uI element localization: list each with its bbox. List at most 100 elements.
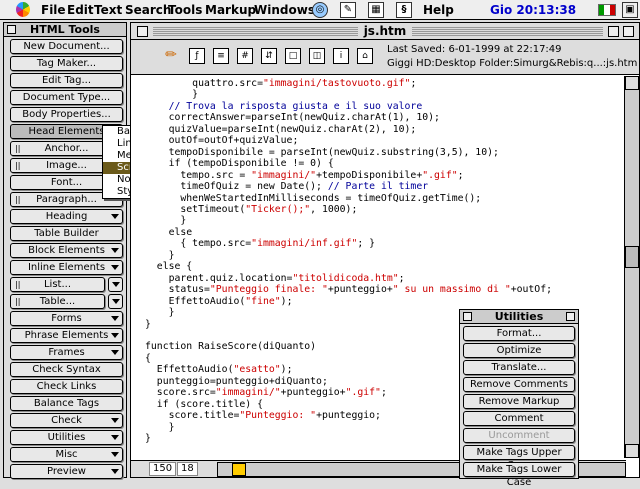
grip-icon: ||: [15, 297, 21, 306]
vertical-scrollbar[interactable]: [624, 76, 639, 458]
utility-button-comment[interactable]: Comment: [463, 411, 575, 426]
utilities-close-box[interactable]: [463, 312, 472, 321]
palette-button-forms[interactable]: Forms: [10, 311, 123, 326]
line-number: 150: [149, 462, 177, 476]
utility-button-make-tags-lower-case[interactable]: Make Tags Lower Case: [463, 462, 575, 488]
menu-bar: File Edit Text Search Tools Markup Windo…: [0, 0, 640, 20]
palette-button-phrase-elements[interactable]: Phrase Elements: [10, 328, 123, 343]
scroll-down-arrow[interactable]: [625, 444, 639, 458]
open-icon[interactable]: □: [285, 48, 301, 64]
application-icon[interactable]: ▣: [622, 2, 638, 18]
script-icon[interactable]: §: [396, 2, 412, 18]
palette-button-label: Table Builder: [34, 228, 99, 239]
utilities-titlebar[interactable]: Utilities: [460, 310, 578, 324]
table-icon[interactable]: ▦: [368, 2, 384, 18]
palette-button-label: Block Elements: [28, 245, 105, 256]
palette-button-body-properties[interactable]: Body Properties...: [10, 107, 123, 122]
palette-button-label: Paragraph...: [36, 194, 97, 205]
file-info: Last Saved: 6-01-1999 at 22:17:49 Giggi …: [387, 43, 637, 71]
palette-button-label: Utilities: [47, 432, 86, 443]
palette-button-label: Body Properties...: [22, 109, 111, 120]
document-toolbar: ✏ ƒ ≡ # ⇵ □ ◫ i ⌂ Last Saved: 6-01-1999 …: [131, 40, 639, 75]
menu-tools[interactable]: Tools: [168, 3, 202, 17]
popup-arrow-icon: [112, 299, 120, 304]
horizontal-scroll-thumb[interactable]: [232, 463, 246, 476]
utilities-zoom-box[interactable]: [566, 312, 575, 321]
last-saved: Last Saved: 6-01-1999 at 22:17:49: [387, 44, 562, 55]
scroll-thumb[interactable]: [625, 246, 639, 268]
popup-arrow-icon: [111, 435, 119, 440]
palette-button-preview[interactable]: Preview: [10, 464, 123, 479]
function-icon[interactable]: ƒ: [189, 48, 205, 64]
browser-icon[interactable]: ◫: [309, 48, 325, 64]
menu-text[interactable]: Text: [94, 3, 122, 17]
palette-button-label: Phrase Elements: [24, 330, 109, 341]
palette-button-label: Preview: [47, 466, 86, 477]
palette-popup-arrow-button[interactable]: [108, 277, 123, 292]
palette-button-label: Anchor...: [44, 143, 89, 154]
palette-button-label: Head Elements: [28, 126, 105, 137]
palette-button-utilities[interactable]: Utilities: [10, 430, 123, 445]
palette-close-box[interactable]: [7, 25, 16, 34]
popup-arrow-icon: [112, 282, 120, 287]
palette-popup-arrow-button[interactable]: [108, 294, 123, 309]
lock-icon[interactable]: ⌂: [357, 48, 373, 64]
palette-button-inline-elements[interactable]: Inline Elements: [10, 260, 123, 275]
globe-icon[interactable]: ◎: [312, 2, 328, 18]
palette-button-label: Document Type...: [22, 92, 111, 103]
italian-flag-icon[interactable]: [598, 4, 616, 16]
format-icon[interactable]: ≡: [213, 48, 229, 64]
utility-button-remove-comments[interactable]: Remove Comments: [463, 377, 575, 392]
utilities-title: Utilities: [494, 310, 544, 323]
palette-button-label: Image...: [46, 160, 87, 171]
palette-button-edit-tag[interactable]: Edit Tag...: [10, 73, 123, 88]
palette-button-check-links[interactable]: Check Links: [10, 379, 123, 394]
utility-button-remove-markup[interactable]: Remove Markup: [463, 394, 575, 409]
menu-edit[interactable]: Edit: [67, 3, 94, 17]
menu-windows[interactable]: Windows: [254, 3, 315, 17]
palette-button-label: Frames: [48, 347, 85, 358]
window-close-box[interactable]: [137, 26, 148, 37]
palette-button-label: New Document...: [23, 41, 110, 52]
popup-arrow-icon: [111, 469, 119, 474]
menu-help[interactable]: Help: [423, 3, 454, 17]
include-icon[interactable]: ⇵: [261, 48, 277, 64]
palette-button-tag-maker[interactable]: Tag Maker...: [10, 56, 123, 71]
palette-button-check-syntax[interactable]: Check Syntax: [10, 362, 123, 377]
utility-button-format[interactable]: Format...: [463, 326, 575, 341]
palette-button-frames[interactable]: Frames: [10, 345, 123, 360]
file-path: Giggi HD:Desktop Folder:Simurg&Rebis:q..…: [387, 58, 638, 69]
menu-search[interactable]: Search: [125, 3, 171, 17]
palette-button-heading[interactable]: Heading: [10, 209, 123, 224]
utility-button-optimize[interactable]: Optimize: [463, 343, 575, 358]
menubar-clock: Gio 20:13:38: [490, 3, 577, 17]
popup-arrow-icon: [111, 214, 119, 219]
menu-file[interactable]: File: [41, 3, 66, 17]
scroll-up-arrow[interactable]: [625, 76, 639, 90]
palette-button-balance-tags[interactable]: Balance Tags: [10, 396, 123, 411]
palette-button-list[interactable]: List... ||: [10, 277, 105, 292]
palette-button-label: Font...: [50, 177, 83, 188]
palette-button-new-document[interactable]: New Document...: [10, 39, 123, 54]
palette-button-table[interactable]: Table... ||: [10, 294, 105, 309]
palette-button-document-type[interactable]: Document Type...: [10, 90, 123, 105]
window-zoom-box[interactable]: [608, 26, 619, 37]
palette-titlebar[interactable]: HTML Tools: [4, 23, 126, 37]
palette-button-block-elements[interactable]: Block Elements: [10, 243, 123, 258]
palette-button-label: Inline Elements: [27, 262, 106, 273]
window-titlebar[interactable]: js.htm: [131, 23, 639, 40]
palette-button-misc[interactable]: Misc: [10, 447, 123, 462]
popup-arrow-icon: [111, 316, 119, 321]
palette-button-check[interactable]: Check: [10, 413, 123, 428]
document-icon[interactable]: ✎: [340, 2, 356, 18]
menu-markup[interactable]: Markup: [205, 3, 256, 17]
markers-icon[interactable]: #: [237, 48, 253, 64]
popup-arrow-icon: [111, 452, 119, 457]
utility-button-translate[interactable]: Translate...: [463, 360, 575, 375]
window-collapse-box[interactable]: [623, 26, 634, 37]
pencil-icon[interactable]: ✏: [163, 48, 179, 64]
info-icon[interactable]: i: [333, 48, 349, 64]
utility-button-make-tags-upper-case[interactable]: Make Tags Upper Case: [463, 445, 575, 471]
apple-menu-icon[interactable]: [16, 2, 30, 17]
palette-button-table-builder[interactable]: Table Builder: [10, 226, 123, 241]
